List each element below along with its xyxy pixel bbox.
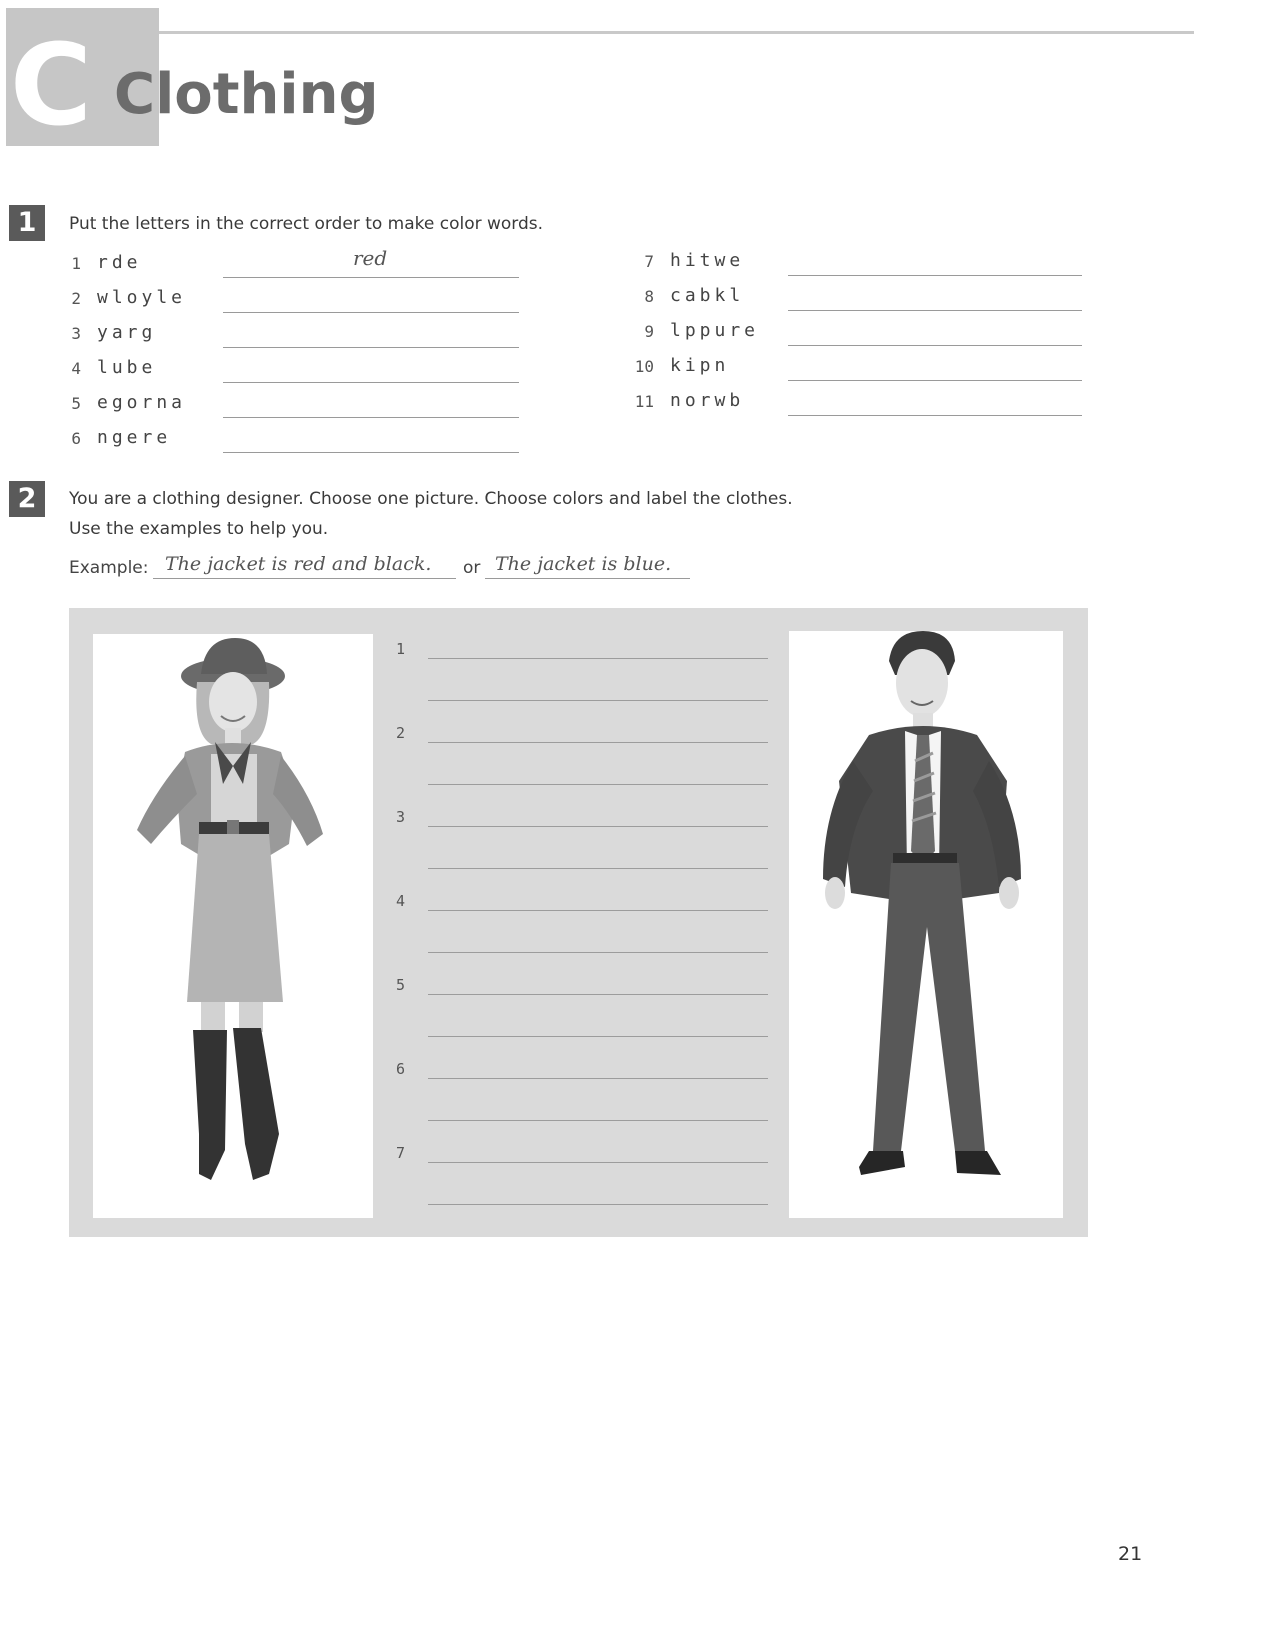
scrambled-word: egorna: [97, 392, 187, 413]
item-number: 10: [634, 357, 654, 376]
scrambled-word: lube: [97, 357, 157, 378]
label-answer-line[interactable]: [428, 658, 768, 659]
example-line-1: [153, 578, 456, 579]
label-answer-line[interactable]: [428, 826, 768, 827]
exercise-1-instruction: Put the letters in the correct order to …: [69, 214, 544, 234]
label-number: 5: [396, 976, 406, 994]
scrambled-word: lppure: [670, 320, 760, 341]
label-answer-line[interactable]: [428, 742, 768, 743]
label-answer-line[interactable]: [428, 994, 768, 995]
scrambled-word: kipn: [670, 355, 730, 376]
scrambled-word: cabkl: [670, 285, 745, 306]
man-picture[interactable]: [789, 631, 1063, 1218]
answer-line[interactable]: [788, 310, 1082, 311]
color-word-item: 7 hitwe: [642, 248, 1092, 278]
example-label: Example:: [69, 558, 149, 578]
example-line-2: [485, 578, 690, 579]
page-title: Clothing: [114, 62, 379, 127]
answer-line[interactable]: [788, 345, 1082, 346]
woman-picture[interactable]: [93, 634, 373, 1218]
color-word-item: 3 yarg: [69, 320, 539, 350]
label-answer-line[interactable]: [428, 1078, 768, 1079]
answer-line[interactable]: [223, 417, 519, 418]
example-or: or: [463, 558, 481, 578]
unit-letter: C: [9, 30, 93, 142]
picture-panel: 1 2 3 4 5 6 7: [69, 608, 1088, 1237]
color-word-item: 9 lppure: [642, 318, 1092, 348]
color-word-item: 4 lube: [69, 355, 539, 385]
answer-line[interactable]: [223, 312, 519, 313]
exercise-1-badge: 1: [9, 205, 45, 241]
answer-line[interactable]: [788, 380, 1082, 381]
item-number: 8: [644, 287, 654, 306]
item-number: 6: [71, 429, 81, 448]
label-number: 4: [396, 892, 406, 910]
label-answer-line[interactable]: [428, 1036, 768, 1037]
scrambled-word: ngere: [97, 427, 172, 448]
scrambled-word: rde: [97, 252, 142, 273]
item-number: 9: [644, 322, 654, 341]
item-number: 11: [634, 392, 654, 411]
label-answer-line[interactable]: [428, 1204, 768, 1205]
man-figure-illustration: [823, 631, 1021, 1175]
label-answer-line[interactable]: [428, 868, 768, 869]
color-word-item: 11 norwb: [635, 388, 1092, 418]
color-word-item: 1 rde red: [69, 246, 539, 280]
scrambled-word: yarg: [97, 322, 157, 343]
label-number: 3: [396, 808, 406, 826]
scrambled-word: hitwe: [670, 250, 745, 271]
label-number: 6: [396, 1060, 406, 1078]
example-answer-1: The jacket is red and black.: [165, 553, 432, 575]
label-answer-line[interactable]: [428, 1162, 768, 1163]
color-word-item: 6 ngere: [69, 425, 539, 455]
answer-line[interactable]: [788, 275, 1082, 276]
item-number: 4: [71, 359, 81, 378]
label-answer-line[interactable]: [428, 952, 768, 953]
answer-line[interactable]: [223, 347, 519, 348]
label-answer-line[interactable]: [428, 700, 768, 701]
color-word-item: 5 egorna: [69, 390, 539, 420]
scrambled-word: wloyle: [97, 287, 187, 308]
label-number: 1: [396, 640, 406, 658]
answer-line[interactable]: [223, 277, 519, 278]
scrambled-word: norwb: [670, 390, 745, 411]
label-answer-line[interactable]: [428, 1120, 768, 1121]
answer-line[interactable]: [223, 382, 519, 383]
label-number: 7: [396, 1144, 406, 1162]
exercise-2-instruction-line-1: You are a clothing designer. Choose one …: [69, 489, 793, 509]
answer-line[interactable]: [223, 452, 519, 453]
example-answer-2: The jacket is blue.: [495, 553, 672, 575]
color-word-item: 10 kipn: [635, 353, 1092, 383]
color-word-item: 8 cabkl: [642, 283, 1092, 313]
exercise-2-badge: 2: [9, 481, 45, 517]
header-rule: [159, 31, 1194, 34]
exercise-2-instruction-line-2: Use the examples to help you.: [69, 519, 329, 539]
color-word-item: 2 wloyle: [69, 285, 539, 315]
item-number: 1: [71, 254, 81, 273]
label-answer-line[interactable]: [428, 784, 768, 785]
answer-text: red: [353, 246, 388, 270]
item-number: 7: [644, 252, 654, 271]
label-number: 2: [396, 724, 406, 742]
item-number: 3: [71, 324, 81, 343]
label-answer-line[interactable]: [428, 910, 768, 911]
item-number: 2: [71, 289, 81, 308]
answer-line[interactable]: [788, 415, 1082, 416]
page-number: 21: [1118, 1543, 1143, 1565]
woman-figure-illustration: [137, 638, 323, 1180]
item-number: 5: [71, 394, 81, 413]
